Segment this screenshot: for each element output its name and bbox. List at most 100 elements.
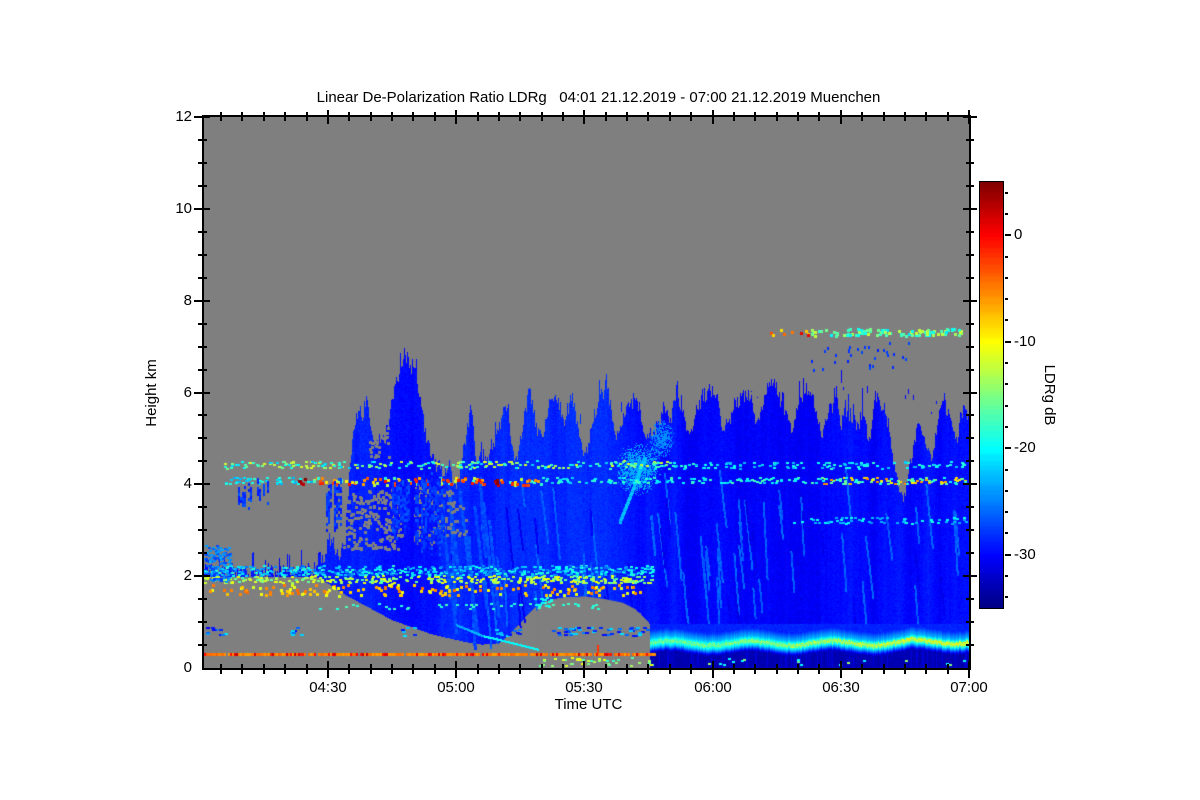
y-minor-tick-in bbox=[204, 323, 207, 325]
x-minor-tick-top bbox=[626, 117, 628, 121]
y-minor-tick bbox=[198, 460, 202, 462]
y-minor-tick-rin bbox=[966, 644, 969, 646]
y-minor-tick bbox=[198, 323, 202, 325]
y-axis-label: Height km bbox=[143, 359, 160, 427]
x-axis-label: Time UTC bbox=[554, 696, 623, 713]
x-minor-tick-in bbox=[947, 664, 949, 668]
y-minor-tick-r bbox=[971, 185, 974, 187]
y-minor-tick-r bbox=[971, 231, 974, 233]
y-minor-tick bbox=[198, 139, 202, 141]
x-minor-tick-in bbox=[883, 664, 885, 668]
y-minor-tick-in bbox=[204, 185, 207, 187]
x-minor-tick bbox=[754, 670, 756, 674]
x-minor-tick-topout bbox=[904, 112, 906, 115]
x-minor-tick-top bbox=[904, 117, 906, 121]
y-tick-label: 0 bbox=[183, 659, 192, 676]
y-minor-tick-rin bbox=[966, 139, 969, 141]
y-minor-tick-r bbox=[971, 139, 974, 141]
x-minor-tick-in bbox=[370, 664, 372, 668]
x-minor-tick-top bbox=[220, 117, 222, 121]
x-minor-tick-topout bbox=[754, 112, 756, 115]
x-minor-tick-top bbox=[541, 117, 543, 121]
y-minor-tick-rin bbox=[966, 529, 969, 531]
colorbar-minor-tick bbox=[1005, 469, 1008, 471]
y-minor-tick-r bbox=[971, 644, 974, 646]
x-major-tick-top bbox=[840, 117, 842, 124]
x-minor-tick-in bbox=[477, 664, 479, 668]
x-minor-tick-top bbox=[263, 117, 265, 121]
y-major-tick-r bbox=[971, 208, 977, 210]
x-minor-tick bbox=[733, 670, 735, 674]
x-minor-tick-topout bbox=[562, 112, 564, 115]
colorbar-minor-tick bbox=[1005, 192, 1008, 194]
radar-ldr-figure: Linear De-Polarization Ratio LDRg 04:01 … bbox=[0, 0, 1200, 800]
x-minor-tick-topout bbox=[284, 112, 286, 115]
x-minor-tick-topout bbox=[263, 112, 265, 115]
y-major-tick-rin bbox=[963, 208, 969, 210]
y-minor-tick-r bbox=[971, 552, 974, 554]
x-minor-tick-in bbox=[391, 664, 393, 668]
y-minor-tick-in bbox=[204, 437, 207, 439]
x-minor-tick bbox=[477, 670, 479, 674]
y-major-tick-r bbox=[971, 575, 977, 577]
x-minor-tick bbox=[605, 670, 607, 674]
y-major-tick-in bbox=[204, 483, 210, 485]
y-minor-tick-in bbox=[204, 139, 207, 141]
x-minor-tick bbox=[541, 670, 543, 674]
x-minor-tick-topout bbox=[348, 112, 350, 115]
y-minor-tick-r bbox=[971, 621, 974, 623]
x-minor-tick bbox=[498, 670, 500, 674]
y-minor-tick-in bbox=[204, 460, 207, 462]
x-major-tick bbox=[712, 670, 714, 678]
x-minor-tick-topout bbox=[669, 112, 671, 115]
y-major-tick bbox=[194, 575, 202, 577]
x-minor-tick-topout bbox=[220, 112, 222, 115]
x-minor-tick bbox=[306, 670, 308, 674]
x-major-tick bbox=[327, 670, 329, 678]
x-minor-tick-in bbox=[776, 664, 778, 668]
x-minor-tick-in bbox=[626, 664, 628, 668]
x-minor-tick-in bbox=[412, 664, 414, 668]
y-major-tick bbox=[194, 483, 202, 485]
x-minor-tick-top bbox=[434, 117, 436, 121]
colorbar-tick-label: 0 bbox=[1014, 226, 1023, 243]
y-minor-tick-rin bbox=[966, 414, 969, 416]
x-major-tick-topout bbox=[583, 110, 585, 115]
y-major-tick bbox=[194, 392, 202, 394]
x-minor-tick bbox=[947, 670, 949, 674]
y-major-tick bbox=[194, 116, 202, 118]
x-major-tick-in bbox=[968, 661, 970, 668]
x-minor-tick-topout bbox=[626, 112, 628, 115]
y-major-tick-rin bbox=[963, 483, 969, 485]
y-minor-tick-rin bbox=[966, 621, 969, 623]
y-minor-tick-in bbox=[204, 162, 207, 164]
x-major-tick-in bbox=[712, 661, 714, 668]
x-minor-tick bbox=[391, 670, 393, 674]
x-minor-tick bbox=[797, 670, 799, 674]
x-tick-label: 04:30 bbox=[309, 679, 347, 696]
y-minor-tick-in bbox=[204, 254, 207, 256]
y-minor-tick-r bbox=[971, 346, 974, 348]
x-major-tick bbox=[968, 670, 970, 678]
x-minor-tick-in bbox=[647, 664, 649, 668]
x-minor-tick-topout bbox=[498, 112, 500, 115]
x-minor-tick bbox=[519, 670, 521, 674]
x-minor-tick-top bbox=[370, 117, 372, 121]
y-major-tick-rin bbox=[963, 300, 969, 302]
x-minor-tick-topout bbox=[883, 112, 885, 115]
colorbar-minor-tick bbox=[1005, 575, 1008, 577]
x-minor-tick bbox=[904, 670, 906, 674]
x-minor-tick-top bbox=[647, 117, 649, 121]
colorbar-tick-label: -30 bbox=[1014, 546, 1036, 563]
x-major-tick-top bbox=[712, 117, 714, 124]
colorbar-minor-tick bbox=[1005, 405, 1008, 407]
x-minor-tick-top bbox=[818, 117, 820, 121]
x-minor-tick bbox=[883, 670, 885, 674]
y-minor-tick-r bbox=[971, 277, 974, 279]
x-minor-tick-in bbox=[797, 664, 799, 668]
x-minor-tick-in bbox=[348, 664, 350, 668]
x-minor-tick-top bbox=[605, 117, 607, 121]
y-minor-tick-in bbox=[204, 529, 207, 531]
x-minor-tick-top bbox=[284, 117, 286, 121]
x-minor-tick-top bbox=[925, 117, 927, 121]
